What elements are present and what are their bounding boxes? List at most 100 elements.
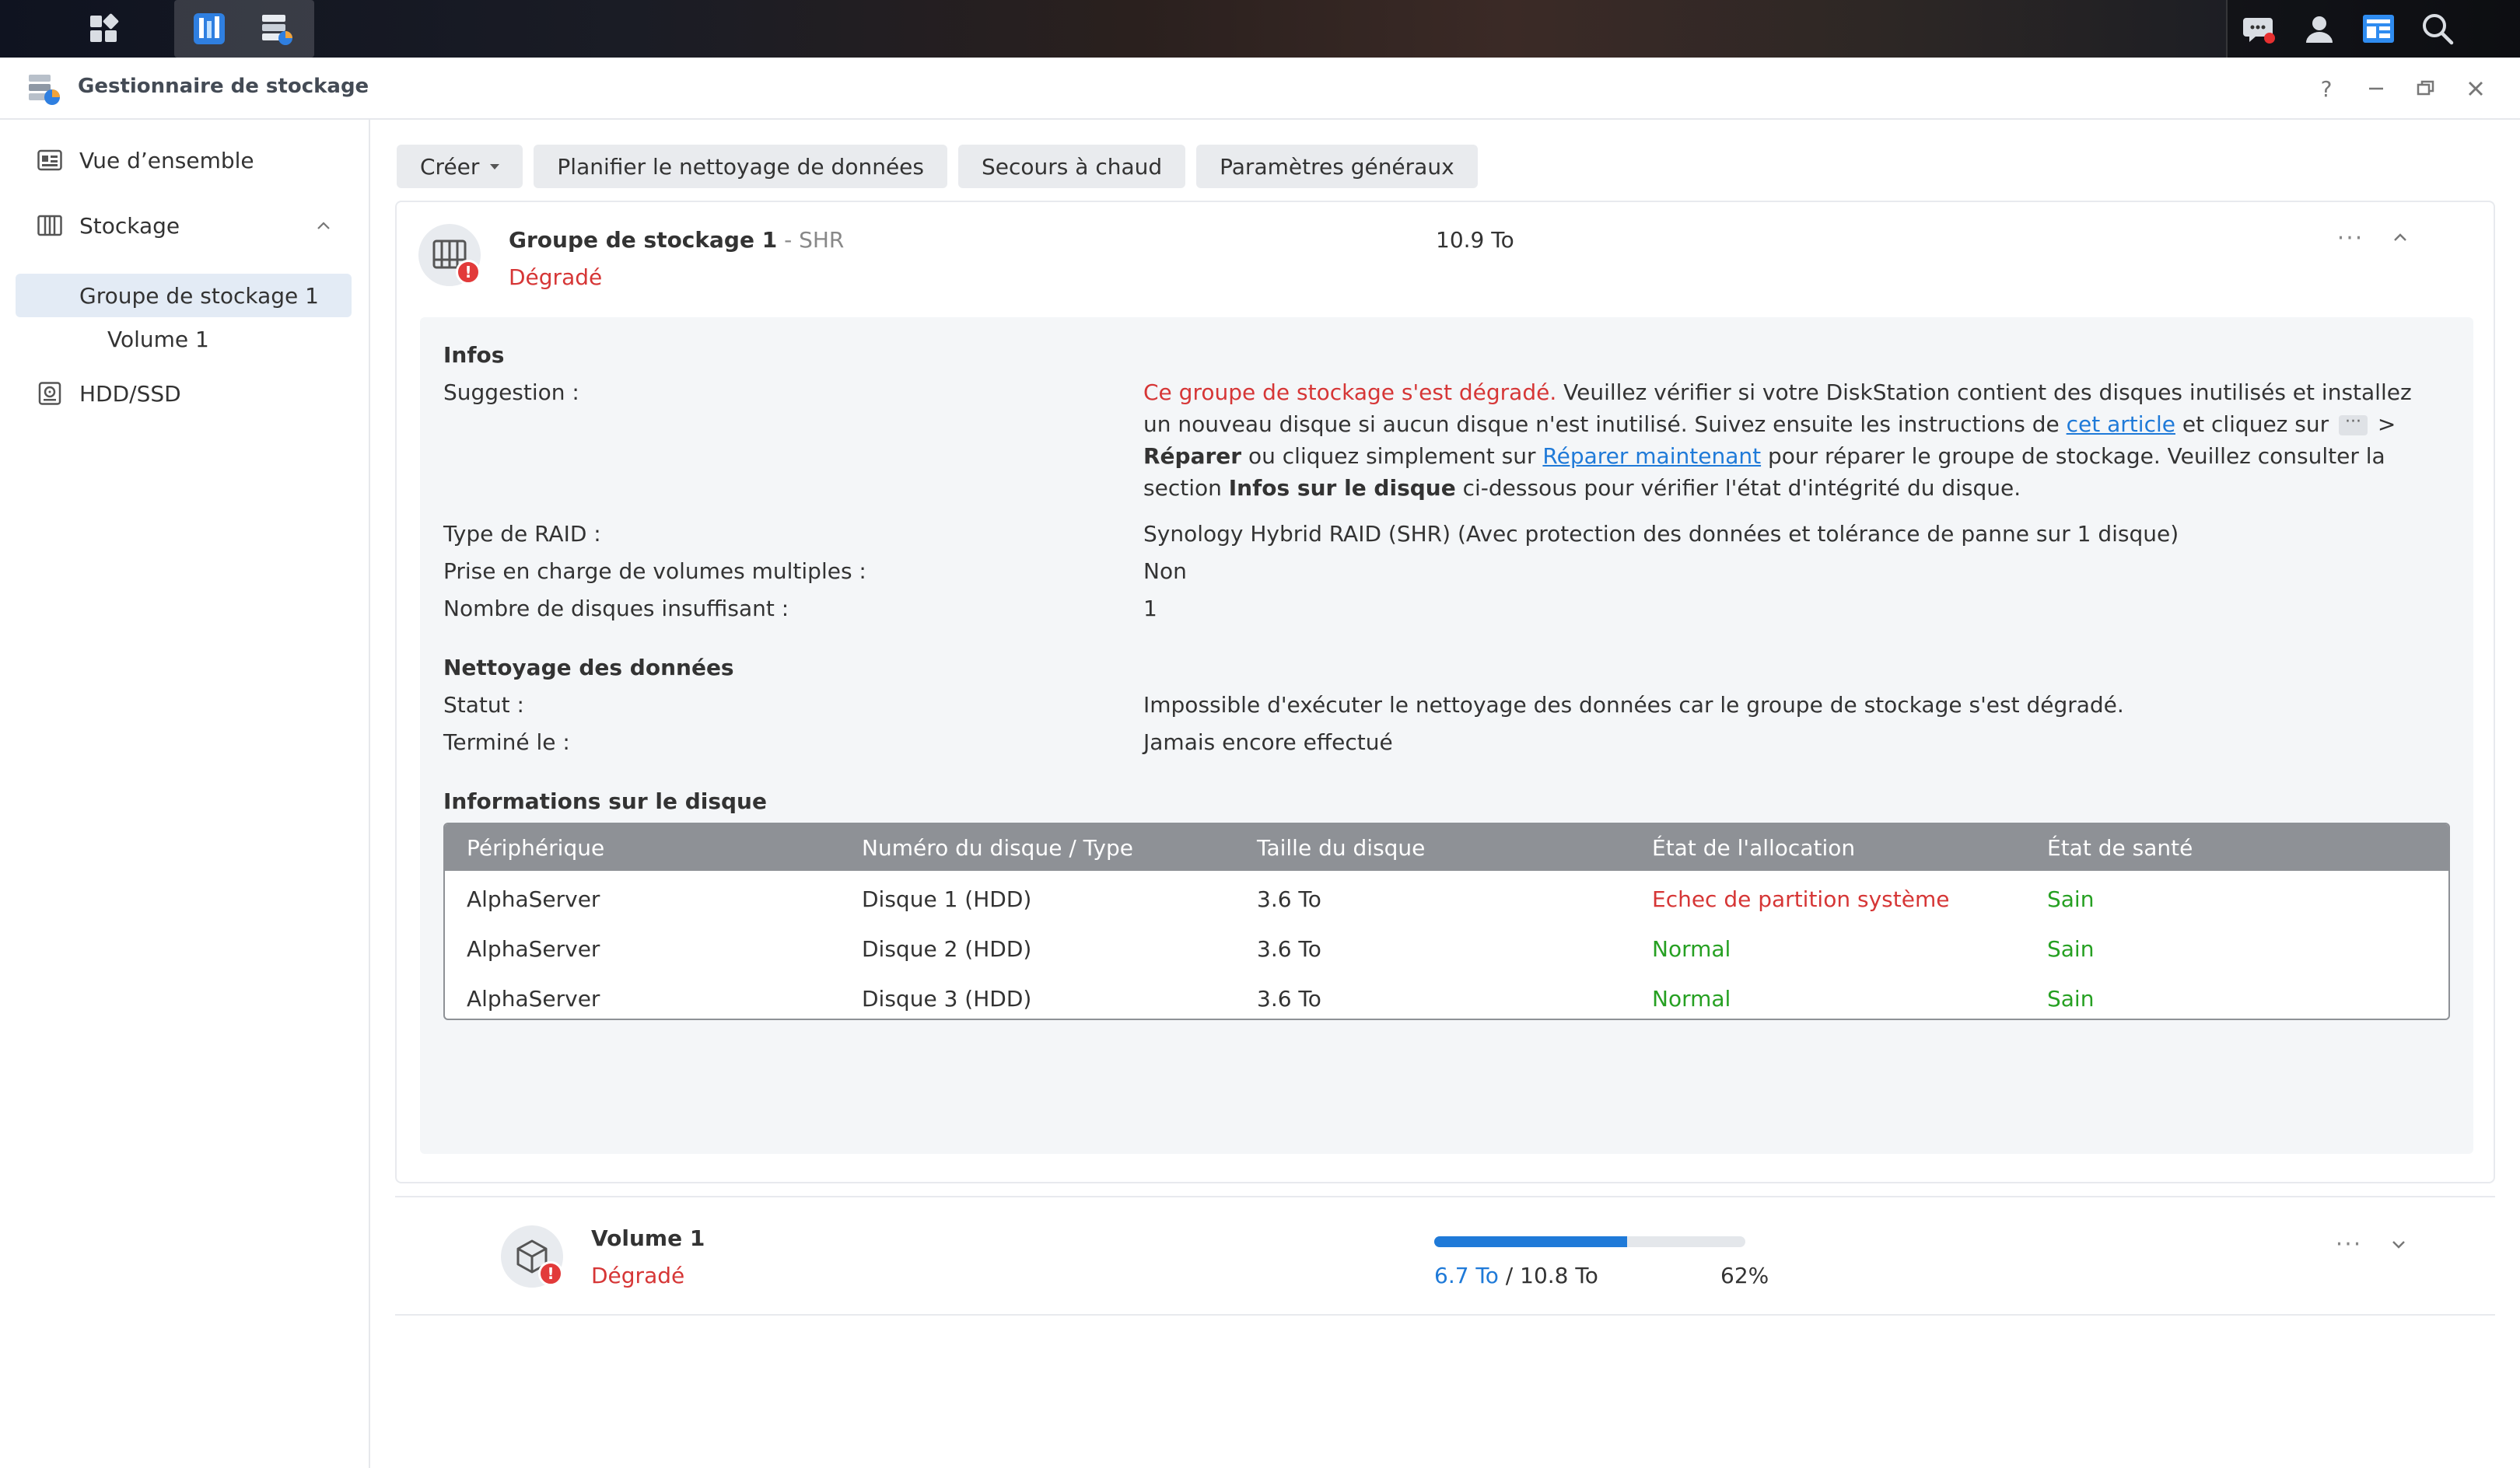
- restore-button[interactable]: [2406, 72, 2445, 106]
- tray-divider: [2226, 0, 2228, 58]
- pool-title: Groupe de stockage 1 - SHR: [509, 227, 844, 253]
- table-row[interactable]: AlphaServer Disque 1 (HDD) 3.6 To Echec …: [445, 872, 2448, 922]
- allocation-status-cell: Normal: [1652, 936, 1731, 962]
- disk-size-cell: 3.6 To: [1257, 886, 1321, 912]
- close-button[interactable]: [2456, 72, 2495, 106]
- volume-card: ! Volume 1 Dégradé 6.7 To / 10.8 To 62% …: [395, 1196, 2495, 1316]
- storage-manager-icon: [262, 15, 292, 45]
- hdd-icon: [38, 382, 61, 405]
- volume-usage-fill: [1434, 1236, 1627, 1247]
- sidebar: Vue d’ensemble Stockage Groupe de stocka…: [0, 120, 370, 1468]
- warning-badge-icon: !: [456, 260, 481, 285]
- column-header[interactable]: Numéro du disque / Type: [862, 835, 1133, 861]
- caret-down-icon: [490, 163, 500, 170]
- suggestion-part: >: [2371, 411, 2396, 437]
- chat-icon: [2243, 18, 2275, 44]
- sidebar-item-label: Groupe de stockage 1: [79, 282, 319, 309]
- sidebar-item-overview[interactable]: Vue d’ensemble: [16, 138, 352, 182]
- article-link[interactable]: cet article: [2067, 411, 2175, 437]
- search-button[interactable]: [2410, 0, 2466, 58]
- column-header[interactable]: État de santé: [2047, 835, 2193, 861]
- collapse-chevron-icon[interactable]: [2385, 222, 2416, 253]
- allocation-status-cell: Normal: [1652, 986, 1731, 1012]
- user-icon: [2306, 16, 2333, 43]
- health-status-cell: Sain: [2047, 936, 2095, 962]
- more-dots-icon: ···: [2339, 414, 2368, 435]
- device-cell: AlphaServer: [467, 936, 600, 962]
- infos-section-title: Infos: [443, 342, 505, 368]
- disk-number-cell: Disque 1 (HDD): [862, 886, 1032, 912]
- multi-volume-label: Prise en charge de volumes multiples :: [443, 558, 866, 584]
- main-menu-button[interactable]: [75, 0, 132, 58]
- disk-info-reference: Infos sur le disque: [1228, 475, 1456, 501]
- widgets-button[interactable]: [2350, 0, 2406, 58]
- multi-volume-value: Non: [1143, 558, 1187, 584]
- chevron-up-icon[interactable]: [314, 216, 333, 235]
- volume-icon: !: [501, 1225, 563, 1288]
- volume-more-button[interactable]: ···: [2330, 1229, 2368, 1260]
- column-header[interactable]: Périphérique: [467, 835, 604, 861]
- overview-icon: [37, 149, 62, 171]
- global-settings-button[interactable]: Paramètres généraux: [1196, 145, 1478, 188]
- sidebar-item-storage-pool-1[interactable]: Groupe de stockage 1: [16, 274, 352, 317]
- pool-size: 10.9 To: [1436, 227, 1514, 253]
- scrub-done-label: Terminé le :: [443, 729, 570, 755]
- window-titlebar[interactable]: Gestionnaire de stockage ?: [0, 58, 2520, 120]
- storage-manager-taskbar-button[interactable]: [249, 0, 303, 58]
- chat-button[interactable]: [2231, 0, 2287, 58]
- volume-status: Dégradé: [591, 1263, 685, 1288]
- missing-disks-label: Nombre de disques insuffisant :: [443, 596, 789, 621]
- minimize-button[interactable]: [2357, 72, 2396, 106]
- main-content: Créer Planifier le nettoyage de données …: [372, 120, 2520, 1468]
- table-header: Périphérique Numéro du disque / Type Tai…: [445, 824, 2448, 871]
- minimize-icon: [2369, 87, 2383, 90]
- table-row[interactable]: AlphaServer Disque 3 (HDD) 3.6 To Normal…: [445, 972, 2448, 1019]
- suggestion-part: ci-dessous pour vérifier l'état d'intégr…: [1455, 475, 2021, 501]
- help-button[interactable]: ?: [2307, 72, 2346, 106]
- table-row[interactable]: AlphaServer Disque 2 (HDD) 3.6 To Normal…: [445, 922, 2448, 972]
- raid-type-label: Type de RAID :: [443, 521, 601, 547]
- sidebar-item-hdd-ssd[interactable]: HDD/SSD: [16, 372, 352, 415]
- expand-chevron-icon[interactable]: [2383, 1229, 2414, 1260]
- toolbar: Créer Planifier le nettoyage de données …: [397, 145, 1478, 188]
- repair-reference: Réparer: [1143, 443, 1242, 469]
- storage-pool-icon: !: [418, 224, 481, 286]
- storage-manager-window: Gestionnaire de stockage ? Vue d’ensembl…: [0, 58, 2520, 1468]
- pool-raid-type: - SHR: [777, 227, 845, 253]
- suggestion-text: Ce groupe de stockage s'est dégradé. Veu…: [1143, 376, 2434, 504]
- disk-number-cell: Disque 2 (HDD): [862, 936, 1032, 962]
- column-header[interactable]: État de l'allocation: [1652, 835, 1855, 861]
- pool-name: Groupe de stockage 1: [509, 227, 778, 253]
- scrub-status-label: Statut :: [443, 692, 524, 718]
- disk-size-cell: 3.6 To: [1257, 936, 1321, 962]
- volume-title: Volume 1: [591, 1225, 705, 1251]
- sidebar-item-storage[interactable]: Stockage: [16, 204, 352, 247]
- user-button[interactable]: [2291, 0, 2347, 58]
- raid-type-value: Synology Hybrid RAID (SHR) (Avec protect…: [1143, 521, 2179, 547]
- taskbar: [0, 0, 2520, 58]
- volume-used: 6.7 To: [1434, 1263, 1499, 1288]
- schedule-scrubbing-button[interactable]: Planifier le nettoyage de données: [534, 145, 947, 188]
- main-menu-icon: [90, 13, 119, 42]
- create-button[interactable]: Créer: [397, 145, 523, 188]
- search-icon: [2423, 14, 2454, 45]
- allocation-status-cell: Echec de partition système: [1652, 886, 1950, 912]
- sidebar-item-volume-1[interactable]: Volume 1: [16, 317, 352, 361]
- disk-number-cell: Disque 3 (HDD): [862, 986, 1032, 1012]
- pool-status: Dégradé: [509, 264, 603, 290]
- disk-size-cell: 3.6 To: [1257, 986, 1321, 1012]
- volume-total: / 10.8 To: [1498, 1263, 1598, 1288]
- volume-usage-bar: [1434, 1236, 1745, 1247]
- scrubbing-section-title: Nettoyage des données: [443, 655, 734, 680]
- hot-spare-button[interactable]: Secours à chaud: [957, 145, 1186, 188]
- pool-details-panel: Infos Suggestion : Ce groupe de stockage…: [420, 317, 2473, 1154]
- pool-more-button[interactable]: ···: [2332, 222, 2369, 253]
- restore-icon: [2417, 80, 2434, 96]
- sidebar-item-label: Vue d’ensemble: [79, 147, 254, 173]
- widgets-icon: [2363, 15, 2394, 43]
- column-header[interactable]: Taille du disque: [1257, 835, 1425, 861]
- storage-pool-card: ! Groupe de stockage 1 - SHR Dégradé 10.…: [395, 201, 2495, 1183]
- package-center-button[interactable]: [182, 0, 236, 58]
- repair-now-link[interactable]: Réparer maintenant: [1542, 443, 1761, 469]
- missing-disks-value: 1: [1143, 596, 1157, 621]
